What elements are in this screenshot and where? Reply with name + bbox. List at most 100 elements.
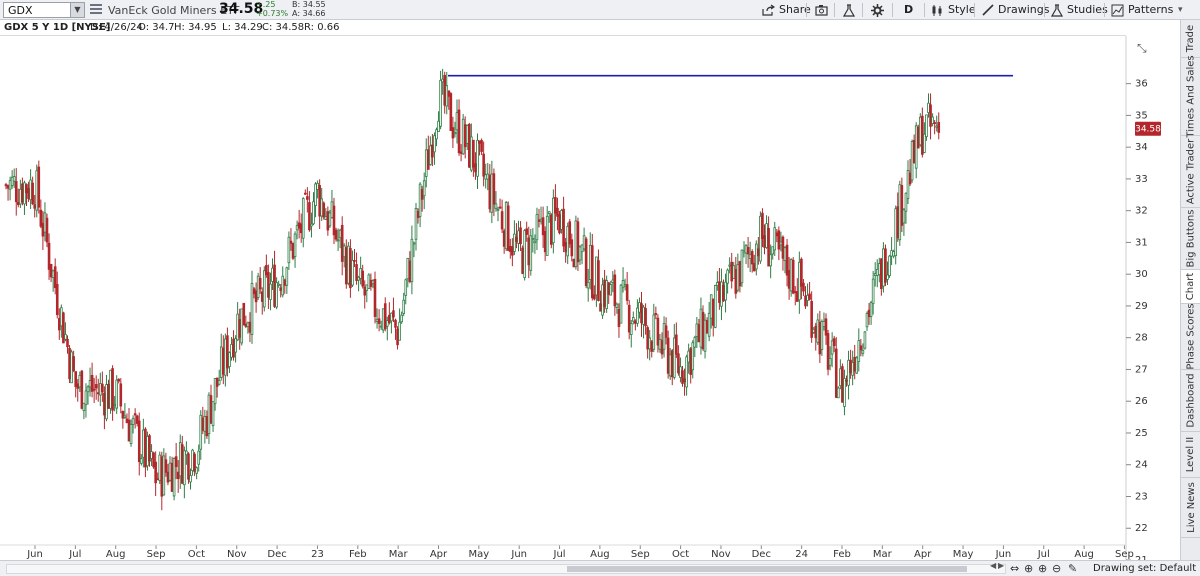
candle-body <box>814 325 818 339</box>
period-selector[interactable]: D <box>904 2 913 18</box>
candle-body <box>121 410 125 419</box>
candle-body <box>312 201 315 225</box>
candle-body <box>406 257 410 280</box>
candle-body <box>685 356 688 388</box>
candle-body <box>197 450 201 465</box>
zoom-in-icon[interactable]: ⊕ <box>1038 562 1047 575</box>
candle-body <box>629 323 633 335</box>
settings-button[interactable] <box>871 2 884 18</box>
candle-body <box>857 340 861 362</box>
zoom-out-icon[interactable]: ⊖ <box>1052 562 1061 575</box>
chevron-down-icon[interactable]: ▼ <box>70 3 84 17</box>
candle-body <box>808 293 811 300</box>
horizontal-scrollbar[interactable] <box>6 564 1006 574</box>
divider <box>1044 3 1045 17</box>
menu-grid-icon[interactable] <box>90 3 102 16</box>
candle-body <box>783 247 787 262</box>
studies-button[interactable]: Studies <box>1051 2 1108 18</box>
candle-body <box>646 327 649 350</box>
candle-body <box>68 347 71 380</box>
candle-body <box>552 197 555 244</box>
y-tick-label: 28 <box>1135 333 1148 344</box>
snapshot-button[interactable] <box>815 2 828 18</box>
candle-body <box>625 284 629 301</box>
bid-ask: B: 34.55 A: 34.66 <box>292 0 326 18</box>
candle-body <box>873 273 877 276</box>
candle-body <box>47 242 51 270</box>
x-tick-label: Nov <box>227 549 247 560</box>
candle-body <box>158 454 162 481</box>
patterns-button[interactable]: Patterns <box>1111 2 1173 18</box>
sidebar-tab-level-ii[interactable]: Level II <box>1181 432 1200 478</box>
candle-body <box>914 125 918 169</box>
candle-body <box>363 286 367 296</box>
candle-body <box>14 181 18 203</box>
crosshair-icon[interactable]: ⊕ <box>1024 562 1033 575</box>
chart-canvas[interactable]: 21222324252627282930313233343536JunJulAu… <box>0 36 1180 560</box>
candle-body <box>744 245 748 254</box>
flask-icon <box>843 3 855 17</box>
candle-body <box>730 261 733 282</box>
candle-body <box>740 249 744 284</box>
flask-button[interactable] <box>843 2 855 18</box>
candle-body <box>4 184 8 187</box>
sidebar-tab-active-trader[interactable]: Active Trader <box>1181 136 1200 208</box>
gear-icon <box>871 3 884 17</box>
candle-body <box>662 323 666 350</box>
price-chart[interactable]: 21222324252627282930313233343536JunJulAu… <box>0 36 1180 560</box>
candle-body <box>580 244 584 253</box>
sidebar-tab-dashboard[interactable]: Dashboard <box>1181 370 1200 432</box>
candle-body <box>310 223 313 227</box>
x-tick-label: Jul <box>68 549 81 560</box>
candle-body <box>205 416 209 437</box>
candle-body <box>681 370 684 384</box>
candle-body <box>562 208 565 247</box>
candle-body <box>750 251 754 265</box>
candle-body <box>666 337 670 374</box>
drawings-button[interactable]: Drawings <box>982 2 1049 18</box>
sidebar-tab-phase-scores[interactable]: Phase Scores <box>1181 303 1200 370</box>
candle-body <box>609 284 613 296</box>
pan-icon[interactable]: ⇔ <box>1010 562 1019 575</box>
scroll-left-icon[interactable]: ◀ <box>990 561 996 570</box>
candle-body <box>408 260 412 283</box>
drawings-label: Drawings <box>998 3 1050 16</box>
candle-body <box>455 112 459 131</box>
studies-label: Studies <box>1067 3 1108 16</box>
candle-body <box>525 228 528 235</box>
symbol-input[interactable]: GDX ▼ <box>3 2 85 18</box>
candle-body <box>804 295 807 307</box>
candle-body <box>119 383 123 407</box>
candle-body <box>58 318 61 331</box>
x-tick-label: May <box>469 549 490 560</box>
candle-body <box>726 269 729 284</box>
candle-body <box>443 74 446 106</box>
candle-body <box>8 180 12 190</box>
candle-body <box>45 217 49 243</box>
candle-body <box>369 279 373 287</box>
candle-body <box>734 268 738 294</box>
candle-body <box>365 284 369 291</box>
candle-body <box>39 209 43 227</box>
candle-body <box>342 245 346 258</box>
sidebar-tab-live-news[interactable]: Live News <box>1181 478 1200 538</box>
scrollbar-thumb[interactable] <box>567 566 967 572</box>
candle-body <box>650 341 654 352</box>
sidebar-tab-trade[interactable]: Trade <box>1181 20 1200 58</box>
axis-scale-icon[interactable]: ⤡ <box>1137 41 1147 55</box>
drawing-icon[interactable]: ✎ <box>1068 562 1077 575</box>
share-button[interactable]: Share <box>762 2 811 18</box>
candle-body <box>931 116 934 125</box>
candle-body <box>714 284 717 328</box>
candle-body <box>849 359 852 374</box>
sidebar-tab-times-and-sales[interactable]: Times And Sales <box>1181 55 1200 138</box>
style-button[interactable]: Style <box>931 2 976 18</box>
candle-body <box>664 325 668 338</box>
sidebar-tab-chart[interactable]: Chart <box>1181 270 1200 304</box>
candle-body <box>482 153 485 177</box>
sidebar-tab-big-buttons[interactable]: Big Buttons <box>1181 208 1200 270</box>
candle-body <box>830 340 834 355</box>
scroll-right-icon[interactable]: ▶ <box>998 561 1004 570</box>
close-button[interactable]: ▾ <box>1178 2 1183 18</box>
candle-body <box>398 321 401 341</box>
